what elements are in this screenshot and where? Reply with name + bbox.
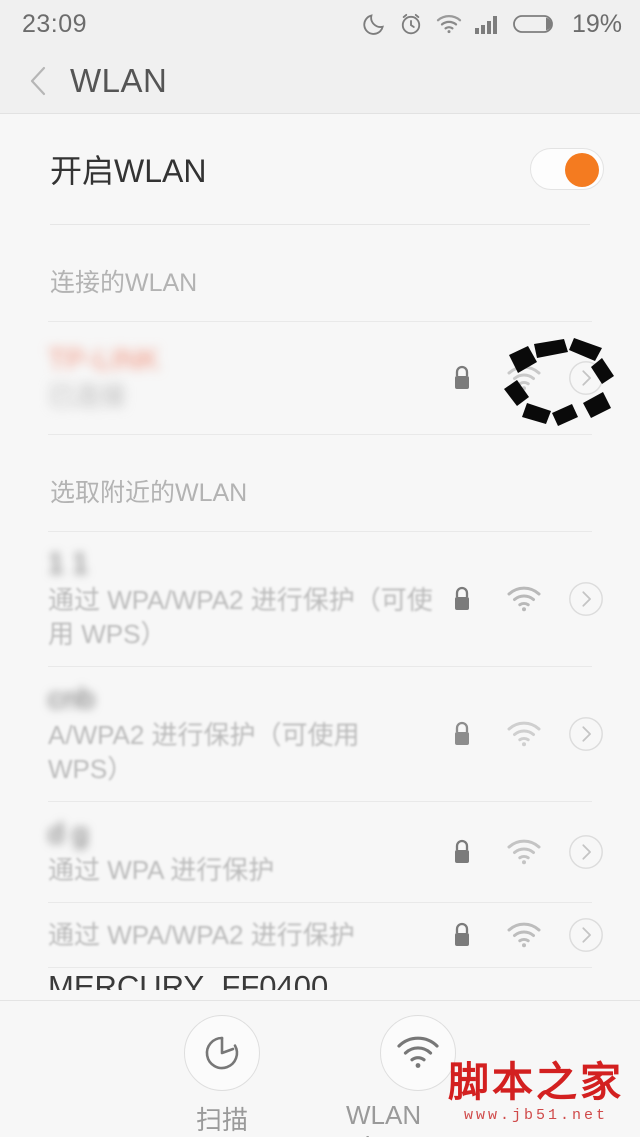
- network-row[interactable]: cnb A/WPA2 进行保护（可使用 WPS）: [0, 667, 640, 801]
- wlan-toggle-label: 开启WLAN: [50, 153, 207, 189]
- status-bar: 23:09 19%: [0, 0, 640, 48]
- chevron-left-icon[interactable]: [26, 64, 52, 98]
- watermark-title: 脚本之家: [448, 1059, 624, 1105]
- network-ssid: cnb: [48, 682, 95, 715]
- lock-icon: [444, 584, 480, 614]
- network-security: 通过 WPA/WPA2 进行保护（可使用 WPS）: [48, 585, 433, 650]
- page-title: WLAN: [70, 61, 168, 99]
- page-header: WLAN: [0, 48, 640, 114]
- scan-button[interactable]: 扫描: [150, 1015, 294, 1137]
- chevron-right-circle-icon[interactable]: [568, 832, 604, 872]
- refresh-scan-icon: [184, 1015, 260, 1091]
- network-texts: cnb A/WPA2 进行保护（可使用 WPS）: [48, 667, 434, 801]
- chevron-right-circle-icon[interactable]: [568, 579, 604, 619]
- network-security: 通过 WPA 进行保护: [48, 854, 275, 885]
- network-ssid: d g: [48, 817, 89, 850]
- wifi-icon: [435, 13, 463, 35]
- watermark-url: www.jb51.net: [463, 1107, 609, 1124]
- connected-network-status: 已连接: [48, 381, 127, 412]
- lock-icon: [444, 837, 480, 867]
- lock-icon: [444, 363, 480, 393]
- connected-network-ssid: TP-LINK: [48, 343, 160, 376]
- phone-screen: 23:09 19% WLAN 开启WLAN 连接的WLAN TP-LINK 已连…: [0, 0, 640, 1137]
- network-texts: MERCURY_FF0400: [48, 968, 604, 990]
- connected-network-icons: [444, 358, 604, 398]
- connected-section-title: 连接的WLAN: [50, 269, 198, 297]
- network-row[interactable]: 1 1 通过 WPA/WPA2 进行保护（可使用 WPS）: [0, 532, 640, 666]
- chevron-right-circle-icon[interactable]: [568, 915, 604, 955]
- network-icons: [444, 915, 604, 955]
- chevron-right-circle-icon[interactable]: [568, 714, 604, 754]
- network-texts: 1 1 通过 WPA/WPA2 进行保护（可使用 WPS）: [48, 532, 434, 666]
- signal-bars-icon: [474, 13, 502, 35]
- battery-icon: [513, 12, 559, 36]
- connected-network-row[interactable]: TP-LINK 已连接: [0, 322, 640, 434]
- moon-dnd-icon: [361, 11, 387, 37]
- network-texts: d g 通过 WPA 进行保护: [48, 802, 434, 902]
- status-time: 23:09: [22, 9, 88, 38]
- wlan-toggle-switch[interactable]: [530, 148, 604, 190]
- network-icons: [444, 714, 604, 754]
- bottom-action-bar: 扫描 WLAN Direct 脚本之家 www.jb51.net: [0, 1000, 640, 1137]
- connected-network-texts: TP-LINK 已连接: [48, 328, 434, 428]
- wifi-signal-icon: [506, 720, 542, 748]
- network-icons: [444, 579, 604, 619]
- network-row-clipped[interactable]: MERCURY_FF0400: [0, 968, 640, 990]
- network-icons: [444, 832, 604, 872]
- network-security: A/WPA2 进行保护（可使用 WPS）: [48, 720, 360, 784]
- chevron-right-circle-icon[interactable]: [568, 358, 604, 398]
- battery-percent: 19%: [571, 9, 622, 38]
- wifi-signal-icon: [506, 585, 542, 613]
- network-ssid: MERCURY_FF0400: [48, 968, 329, 990]
- network-ssid: 1 1: [48, 548, 89, 580]
- scan-button-label: 扫描: [195, 1105, 248, 1135]
- network-security: 通过 WPA/WPA2 进行保护: [48, 919, 355, 950]
- wifi-direct-icon: [380, 1015, 456, 1091]
- network-row[interactable]: 通过 WPA/WPA2 进行保护: [0, 903, 640, 967]
- status-icons: 19%: [361, 10, 622, 39]
- network-texts: 通过 WPA/WPA2 进行保护: [48, 903, 434, 967]
- wlan-toggle-row[interactable]: 开启WLAN: [0, 114, 640, 224]
- lock-icon: [444, 719, 480, 749]
- wifi-signal-icon: [506, 838, 542, 866]
- wifi-signal-icon: [506, 921, 542, 949]
- settings-content: 开启WLAN 连接的WLAN TP-LINK 已连接 选取附近的WLAN 1 1…: [0, 114, 640, 1137]
- site-watermark: 脚本之家 www.jb51.net: [448, 1059, 624, 1124]
- alarm-clock-icon: [398, 11, 424, 37]
- network-row[interactable]: d g 通过 WPA 进行保护: [0, 802, 640, 902]
- nearby-section-title: 选取附近的WLAN: [50, 479, 248, 507]
- lock-icon: [444, 920, 480, 950]
- toggle-knob: [565, 153, 599, 187]
- wifi-signal-icon: [506, 364, 542, 392]
